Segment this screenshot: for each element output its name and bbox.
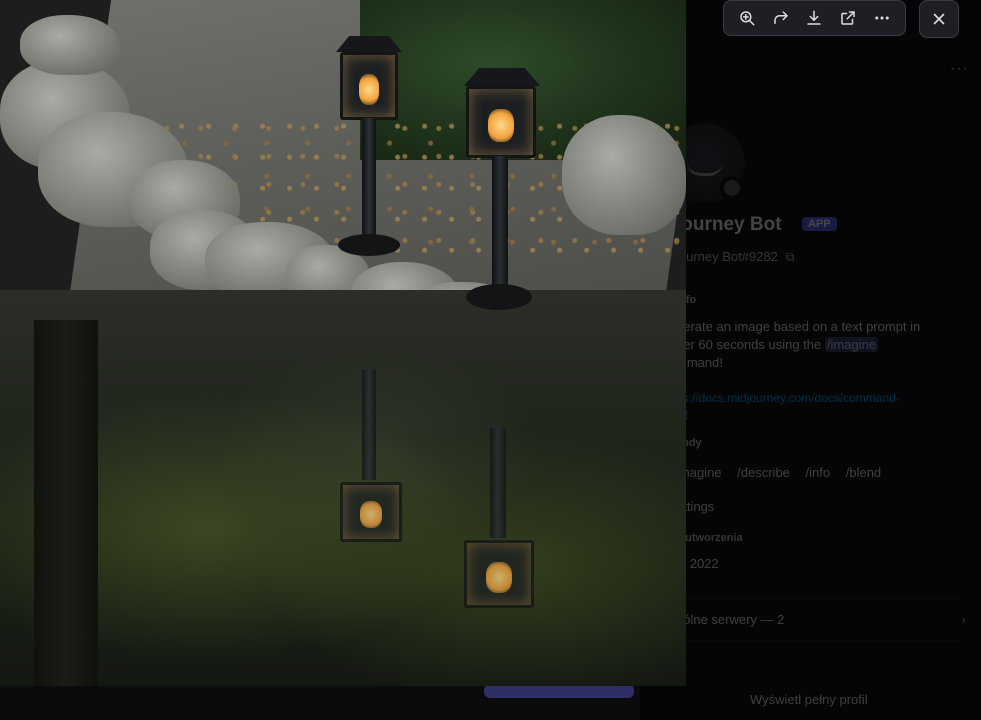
docs-link[interactable]: ps://docs.midjourney.com/docs/command- i… [676, 390, 976, 424]
lamp-reflection [336, 370, 406, 550]
lamp-pole [362, 370, 376, 480]
mutual-servers-row[interactable]: pólne serwery — 2 › [676, 612, 966, 627]
command-describe[interactable]: /describe [737, 465, 790, 480]
image-viewer-toolbar [723, 0, 906, 36]
lamp-light [358, 73, 380, 105]
docs-link-line-1[interactable]: ps://docs.midjourney.com/docs/command- [676, 390, 976, 407]
lamp-pole [492, 156, 508, 288]
lamp-pole [362, 118, 376, 236]
command-blend[interactable]: /blend [846, 465, 881, 480]
mutual-servers-label: pólne serwery — 2 [676, 612, 785, 627]
zoom-in-icon [740, 11, 755, 26]
lamp-base [466, 284, 532, 310]
status-indicator [720, 176, 744, 200]
lamp-reflection [460, 428, 540, 608]
user-profile-panel: ··· journey Bot APP journey Bot#9282 ⧉ In… [484, 0, 981, 720]
profile-name: journey Bot [676, 214, 782, 235]
lamp-head [340, 482, 402, 542]
command-list: imagine /describe /info /blend [676, 465, 893, 480]
scrollbar[interactable] [484, 684, 634, 698]
tree-reflection [34, 320, 98, 686]
copy-icon[interactable]: ⧉ [786, 250, 795, 264]
command-info[interactable]: /info [806, 465, 831, 480]
lamp-head [340, 52, 398, 120]
close-viewer-button[interactable] [919, 0, 959, 38]
profile-more-icon[interactable]: ··· [950, 60, 969, 78]
profile-tag-text: journey Bot#9282 [676, 249, 778, 264]
download-icon [807, 10, 822, 25]
about-line-3: mmand! [676, 355, 723, 370]
street-lamp [326, 30, 412, 260]
app-badge: APP [802, 217, 837, 231]
about-text: nerate an image based on a text prompt i… [676, 318, 976, 372]
imagine-command[interactable]: /imagine [824, 337, 879, 352]
lamp-cap [464, 68, 540, 86]
view-full-profile-button[interactable]: Wyświetl pełny profil [750, 692, 868, 707]
lamp-light [486, 561, 512, 593]
about-line-1: nerate an image based on a text prompt i… [676, 319, 921, 334]
more-options-button[interactable] [868, 4, 896, 32]
forward-icon [773, 11, 788, 24]
settings-label[interactable]: ettings [676, 498, 976, 516]
lamp-head [466, 86, 536, 158]
viewer-image[interactable] [0, 0, 686, 686]
rock [20, 15, 120, 75]
lamp-cap [336, 36, 402, 52]
about-line-2-text: der 60 seconds using the [676, 337, 822, 352]
lamp-head [464, 540, 534, 608]
created-value: ty 2022 [676, 556, 719, 571]
zoom-in-button[interactable] [733, 4, 761, 32]
profile-tag: journey Bot#9282 ⧉ [676, 249, 795, 265]
open-in-browser-button[interactable] [834, 4, 862, 32]
forward-button[interactable] [767, 4, 795, 32]
open-in-browser-icon [841, 11, 856, 25]
lamp-light [488, 108, 514, 142]
rock [562, 115, 686, 235]
divider [660, 598, 960, 599]
lamp-pole [490, 428, 506, 538]
ship-icon [687, 151, 723, 176]
lamp-light [359, 501, 383, 529]
about-line-2: der 60 seconds using the /imagine [676, 336, 976, 354]
more-icon [875, 16, 889, 20]
chevron-right-icon: › [961, 612, 966, 627]
docs-link-line-2[interactable]: ist [676, 407, 976, 424]
lamp-base [338, 234, 400, 256]
street-lamp [456, 62, 548, 314]
close-icon [933, 13, 945, 25]
download-button[interactable] [800, 4, 828, 32]
divider [660, 640, 960, 641]
